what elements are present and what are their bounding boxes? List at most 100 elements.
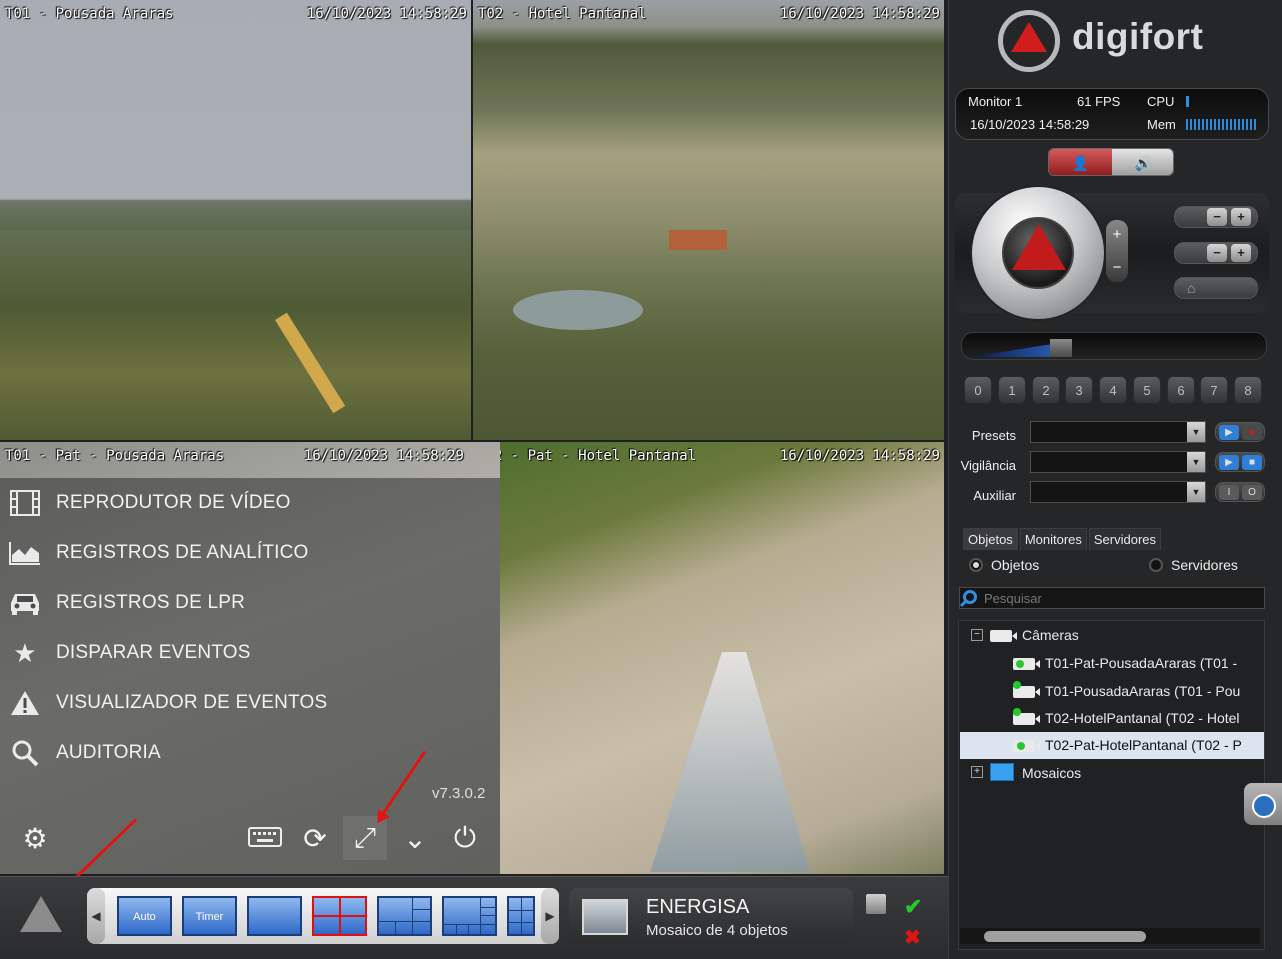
joystick-triangle-icon [1012, 224, 1066, 270]
menu-item-lpr-records[interactable]: REGISTROS DE LPR [8, 586, 245, 620]
menu-item-label: REGISTROS DE ANALÍTICO [56, 542, 309, 563]
vigilancia-actions: ▶ ■ [1215, 452, 1265, 472]
tab-monitores[interactable]: Monitores [1019, 528, 1087, 550]
preset-button-4[interactable]: 4 [1099, 376, 1127, 404]
presets-select[interactable]: ▼ [1030, 421, 1206, 443]
record-button[interactable]: ● [1242, 425, 1262, 440]
menu-item-label: AUDITORIA [56, 742, 161, 763]
auxiliar-select[interactable]: ▼ [1030, 481, 1206, 503]
preset-button-8[interactable]: 8 [1234, 376, 1262, 404]
tree-camera-item-selected[interactable]: T02-Pat-HotelPantanal (T02 - P [1045, 737, 1264, 764]
iris-plus-button[interactable]: + [1231, 244, 1251, 262]
audio-mode-button[interactable]: 🔊 [1112, 149, 1173, 175]
collapse-button[interactable]: ⌄ [393, 816, 437, 860]
radio-objetos-label: Objetos [991, 557, 1040, 573]
layout-label: Auto [133, 911, 156, 923]
menu-item-audit[interactable]: AUDITORIA [8, 736, 161, 770]
chevron-down-icon: ▼ [1187, 482, 1205, 502]
camera-view-2[interactable]: T02 - Hotel Pantanal 16/10/2023 14:58:29 [473, 0, 944, 440]
mosaic-subtitle: Mosaico de 4 objetos [646, 922, 788, 939]
plus-icon: + [1112, 226, 1122, 243]
online-status-icon [1017, 742, 1025, 750]
presets-label: Presets [971, 428, 1016, 443]
vigilancia-select[interactable]: ▼ [1030, 451, 1206, 473]
expand-mosaics-button[interactable]: + [971, 766, 983, 778]
aux-on-button[interactable]: I [1219, 485, 1239, 500]
focus-control: − + [1174, 206, 1258, 228]
layout-1plus7-button[interactable] [442, 896, 497, 936]
menu-item-analytics-records[interactable]: REGISTROS DE ANALÍTICO [8, 536, 309, 570]
menu-toggle-triangle-icon[interactable] [20, 896, 62, 932]
preset-button-2[interactable]: 2 [1032, 376, 1060, 404]
menu-item-trigger-events[interactable]: ★ DISPARAR EVENTOS [8, 636, 251, 670]
user-mode-button[interactable]: 👤 [1049, 149, 1112, 175]
tree-camera-item[interactable]: T01-Pat-PousadaAraras (T01 - [1045, 655, 1264, 682]
online-status-icon [1016, 660, 1024, 668]
refresh-button[interactable]: ⟳ [293, 816, 337, 860]
focus-minus-button[interactable]: − [1207, 208, 1227, 226]
aux-off-button[interactable]: O [1242, 485, 1262, 500]
confirm-button[interactable]: ✔ [904, 894, 930, 919]
radio-servidores[interactable] [1149, 558, 1163, 572]
focus-plus-button[interactable]: + [1231, 208, 1251, 226]
layout-grid-button[interactable] [507, 896, 535, 936]
layout-2x2-button[interactable] [312, 896, 367, 936]
tree-mosaics-node[interactable]: Mosaicos [1022, 765, 1081, 792]
preset-button-5[interactable]: 5 [1133, 376, 1161, 404]
keyboard-button[interactable] [243, 816, 287, 860]
radio-objetos[interactable] [969, 558, 983, 572]
preset-button-0[interactable]: 0 [964, 376, 992, 404]
side-panel-tab[interactable] [1244, 783, 1282, 825]
tree-cameras-node[interactable]: Câmeras [1022, 627, 1079, 654]
search-input[interactable] [959, 587, 1265, 609]
trash-button[interactable] [866, 894, 892, 916]
collapse-cameras-button[interactable]: − [971, 629, 983, 641]
tab-servidores[interactable]: Servidores [1088, 528, 1162, 550]
mosaic-name: ENERGISA [646, 896, 750, 918]
search-icon [8, 738, 42, 768]
home-control[interactable]: ⌂ [1174, 277, 1258, 299]
iris-minus-button[interactable]: − [1207, 244, 1227, 262]
menu-item-video-player[interactable]: REPRODUTOR DE VÍDEO [8, 486, 291, 520]
layout-timer-button[interactable]: Timer [182, 896, 237, 936]
chevron-down-icon: ⌄ [403, 822, 427, 854]
preset-button-3[interactable]: 3 [1065, 376, 1093, 404]
home-icon: ⌂ [1187, 280, 1196, 296]
settings-button[interactable]: ⚙ [13, 816, 57, 860]
camera-view-1[interactable]: T01 - Pousada Araras 16/10/2023 14:58:29 [0, 0, 471, 440]
layout-1x1-button[interactable] [247, 896, 302, 936]
play-button[interactable]: ▶ [1219, 425, 1239, 440]
check-icon: ✔ [904, 894, 923, 919]
online-status-icon [1013, 708, 1021, 716]
mosaic-icon [990, 763, 1014, 781]
monitor-fps: 61 FPS [1077, 94, 1121, 109]
layout-auto-button[interactable]: Auto [117, 896, 172, 936]
auxiliar-actions: I O [1215, 482, 1265, 502]
power-icon: ⏻ [453, 821, 477, 853]
radio-servidores-label: Servidores [1171, 557, 1238, 573]
tree-camera-item[interactable]: T01-PousadaAraras (T01 - Pou [1045, 683, 1264, 710]
zoom-control[interactable]: + − [1106, 220, 1128, 282]
layout-scroll-right[interactable]: ▶ [541, 888, 559, 944]
power-button[interactable]: ⏻ [443, 816, 487, 860]
stop-button[interactable]: ■ [1242, 455, 1262, 470]
menu-item-label: DISPARAR EVENTOS [56, 642, 251, 663]
film-icon [8, 488, 42, 518]
preset-button-6[interactable]: 6 [1167, 376, 1195, 404]
gear-icon: ⚙ [22, 822, 48, 854]
play-button[interactable]: ▶ [1219, 455, 1239, 470]
scrollbar-thumb[interactable] [984, 931, 1146, 942]
camera-title: T02 - Pat - Hotel Pantanal [500, 448, 697, 464]
camera-view-4[interactable]: T02 - Pat - Hotel Pantanal 16/10/2023 14… [500, 442, 944, 874]
layout-1plus5-button[interactable] [377, 896, 432, 936]
speed-slider-handle[interactable] [1050, 339, 1072, 357]
cpu-meter [1186, 96, 1189, 107]
preset-button-7[interactable]: 7 [1200, 376, 1228, 404]
layout-scroll-left[interactable]: ◀ [87, 888, 105, 944]
preset-button-1[interactable]: 1 [998, 376, 1026, 404]
user-icon: 👤 [1071, 154, 1090, 171]
camera-timestamp: 16/10/2023 14:58:29 [779, 448, 940, 464]
menu-item-event-viewer[interactable]: VISUALIZADOR DE EVENTOS [8, 686, 327, 720]
tab-objetos[interactable]: Objetos [963, 528, 1018, 550]
cancel-button[interactable]: ✖ [904, 925, 930, 949]
